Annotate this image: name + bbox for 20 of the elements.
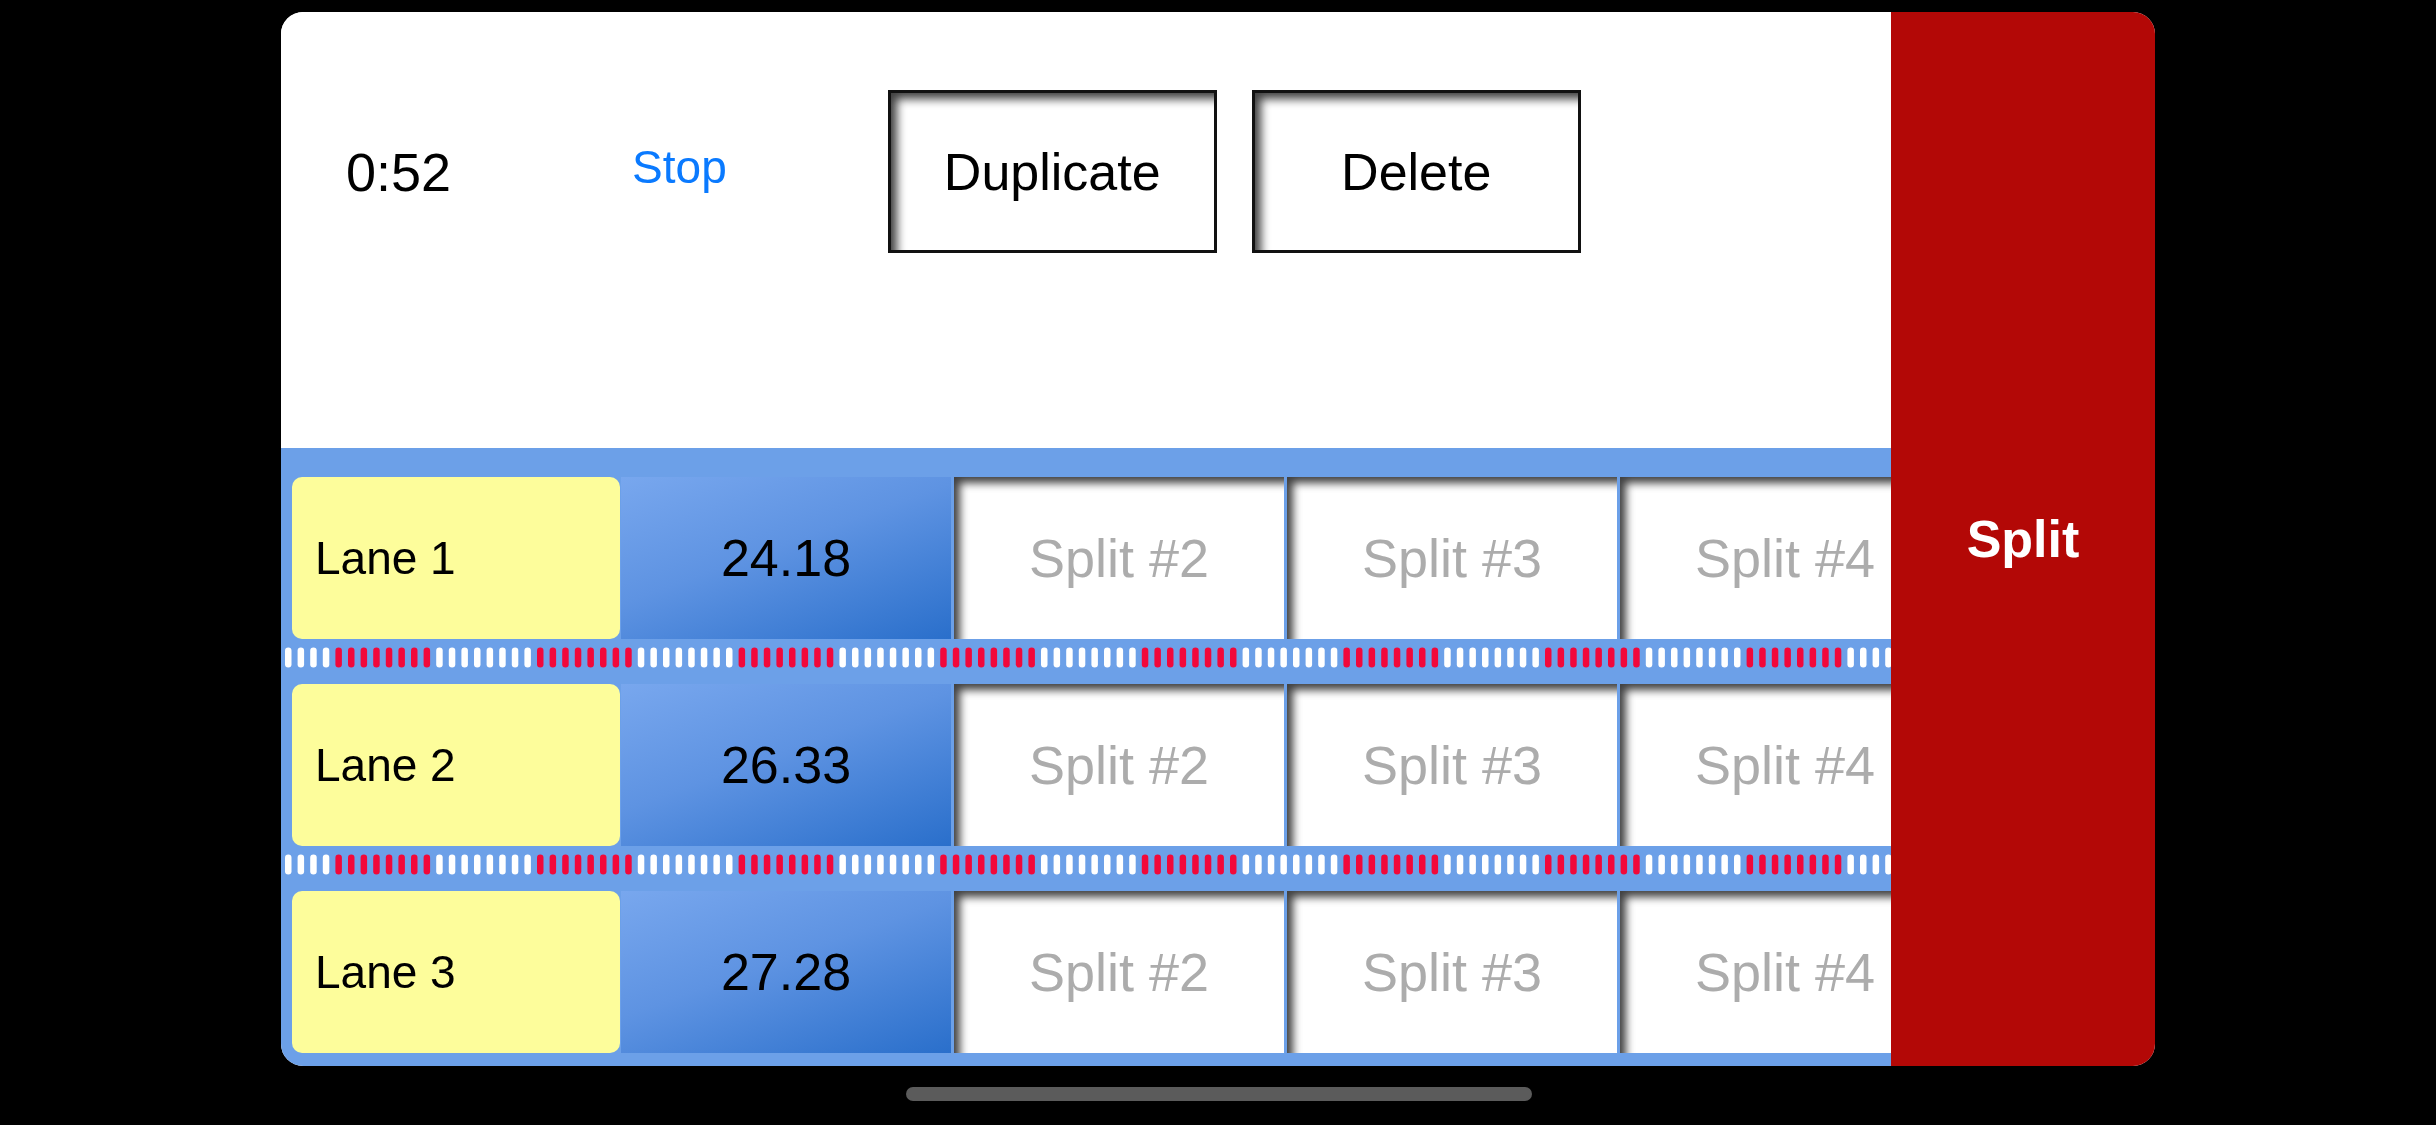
split-time-field[interactable]: Split #4	[1620, 891, 1891, 1053]
split-button[interactable]: Split	[1891, 12, 2155, 1066]
split-time-field[interactable]: Split #2	[954, 477, 1284, 639]
lane-name-label: Lane 3	[292, 891, 620, 1053]
lane-name-label: Lane 1	[292, 477, 620, 639]
stop-link[interactable]: Stop	[632, 139, 727, 194]
toolbar-button[interactable]: Duplicate	[887, 90, 1217, 253]
toolbar-button[interactable]: Delete	[1251, 90, 1581, 253]
split-time-field[interactable]: Split #3	[1287, 477, 1617, 639]
lane-time-display: 27.28	[621, 891, 951, 1053]
split-time-field[interactable]: Split #3	[1287, 891, 1617, 1053]
split-time-field[interactable]: Split #2	[954, 891, 1284, 1053]
lane-time-display: 24.18	[621, 477, 951, 639]
elapsed-timer: 0:52	[346, 140, 452, 203]
lane-time-display: 26.33	[621, 684, 951, 846]
split-time-field[interactable]: Split #3	[1287, 684, 1617, 846]
split-time-field[interactable]: Split #4	[1620, 477, 1891, 639]
split-time-field[interactable]: Split #4	[1620, 684, 1891, 846]
split-time-field[interactable]: Split #2	[954, 684, 1284, 846]
lane-name-label: Lane 2	[292, 684, 620, 846]
